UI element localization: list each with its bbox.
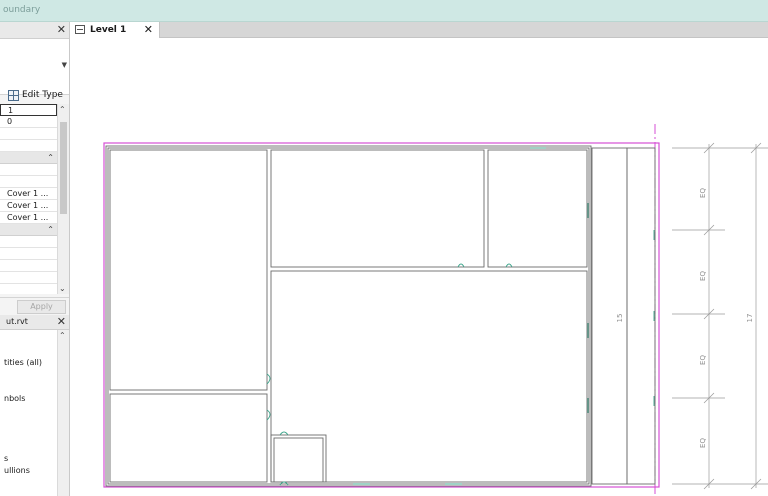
- property-row[interactable]: [0, 248, 57, 260]
- window-title: oundary: [3, 5, 41, 15]
- properties-table: 1 0 ⌃ Cover 1 ... Cover 1 ... Cover 1 ..…: [0, 104, 57, 294]
- property-row[interactable]: Cover 1 ...: [0, 188, 57, 200]
- title-bar: oundary: [0, 0, 768, 22]
- exterior-wall-face[interactable]: [105, 145, 592, 487]
- property-row[interactable]: [0, 128, 57, 140]
- browser-node[interactable]: s: [4, 454, 8, 463]
- floor-plan-icon: [75, 25, 85, 34]
- property-row[interactable]: [0, 272, 57, 284]
- door[interactable]: [266, 409, 271, 421]
- door[interactable]: [279, 431, 289, 436]
- property-row[interactable]: Cover 1 ...: [0, 212, 57, 224]
- strip-room[interactable]: [626, 147, 656, 485]
- eq-label: EQ: [699, 271, 707, 281]
- property-row[interactable]: [0, 260, 57, 272]
- chevron-down-icon: ▼: [61, 61, 67, 69]
- property-row[interactable]: [0, 140, 57, 152]
- apply-bar: Apply: [0, 297, 69, 315]
- tab-close-button[interactable]: ✕: [144, 23, 153, 36]
- drawing-canvas[interactable]: EQ EQ EQ EQ 15 17: [70, 38, 768, 496]
- boundary-outline[interactable]: [103, 142, 660, 488]
- apply-button[interactable]: Apply: [17, 300, 66, 314]
- collapse-icon[interactable]: ⌃: [47, 152, 54, 164]
- walls: [105, 145, 656, 487]
- scroll-up-icon[interactable]: ⌃: [59, 105, 66, 114]
- edit-type-button[interactable]: Edit Type: [8, 86, 63, 104]
- browser-scrollbar[interactable]: ⌃: [57, 330, 69, 496]
- edit-type-label: Edit Type: [22, 90, 63, 100]
- property-row[interactable]: [0, 236, 57, 248]
- revit-window: oundary ✕ ▼ Edit Type 1 0 ⌃ Cover 1 ... …: [0, 0, 768, 496]
- tab-level-1[interactable]: Level 1 ✕: [70, 22, 160, 38]
- scroll-down-icon[interactable]: ⌄: [59, 284, 66, 293]
- left-panels: ✕ ▼ Edit Type 1 0 ⌃ Cover 1 ... Cover 1 …: [0, 22, 70, 496]
- property-row[interactable]: 0: [0, 116, 57, 128]
- eq-label: EQ: [699, 355, 707, 365]
- browser-node[interactable]: nbols: [4, 394, 25, 403]
- room[interactable]: [109, 149, 268, 391]
- browser-node[interactable]: ullions: [4, 466, 30, 475]
- room[interactable]: [270, 270, 588, 483]
- project-browser-header: ut.rvt ✕: [0, 315, 69, 330]
- view-tab-bar: Level 1 ✕: [70, 22, 768, 38]
- project-browser-title: ut.rvt: [6, 317, 28, 326]
- scroll-thumb[interactable]: [60, 122, 67, 214]
- properties-close-button[interactable]: ✕: [57, 23, 66, 36]
- edit-type-icon: [8, 89, 19, 101]
- property-group-header[interactable]: ⌃: [0, 224, 57, 236]
- room[interactable]: [270, 434, 327, 483]
- tab-label: Level 1: [90, 25, 127, 35]
- door[interactable]: [279, 481, 289, 486]
- overall-dimension-value: 17: [746, 314, 754, 323]
- collapse-icon[interactable]: ⌃: [47, 224, 54, 236]
- property-group-header[interactable]: ⌃: [0, 152, 57, 164]
- room[interactable]: [270, 149, 485, 268]
- door[interactable]: [457, 263, 465, 268]
- room[interactable]: [109, 393, 268, 483]
- room[interactable]: [273, 437, 324, 483]
- property-row[interactable]: Cover 1 ...: [0, 200, 57, 212]
- exterior-wall[interactable]: [107, 147, 590, 485]
- inner-dimension-value: 15: [616, 314, 624, 323]
- properties-scrollbar[interactable]: ⌃ ⌄: [57, 104, 69, 294]
- properties-header: ✕: [0, 22, 69, 39]
- property-row[interactable]: [0, 176, 57, 188]
- openings: [266, 147, 655, 486]
- room[interactable]: [487, 149, 588, 268]
- eq-label: EQ: [699, 438, 707, 448]
- property-row[interactable]: [0, 164, 57, 176]
- project-browser-close-button[interactable]: ✕: [57, 315, 66, 328]
- scroll-up-icon[interactable]: ⌃: [59, 331, 66, 340]
- door[interactable]: [266, 373, 271, 385]
- eq-label: EQ: [699, 188, 707, 198]
- door[interactable]: [505, 263, 513, 268]
- property-value-field[interactable]: 1: [0, 104, 57, 116]
- floor-plan-drawing[interactable]: EQ EQ EQ EQ 15 17: [70, 38, 768, 496]
- browser-node[interactable]: tities (all): [4, 358, 42, 367]
